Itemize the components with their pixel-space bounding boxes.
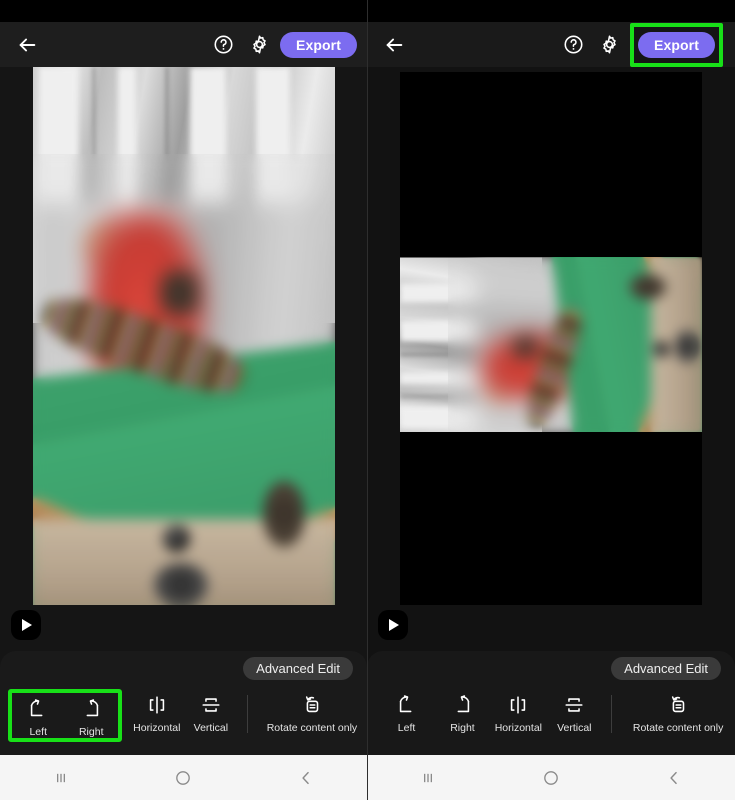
tool-rotate-content-only[interactable]: Rotate content only xyxy=(257,689,367,734)
comparison-screenshot: Export Advanced Edit Left Right Horizont… xyxy=(0,0,735,800)
video-preview-after[interactable] xyxy=(400,72,702,617)
export-button-wrapper: Export xyxy=(280,31,357,58)
tool-flip-horizontal[interactable]: Horizontal xyxy=(490,689,546,734)
rotate-right-icon xyxy=(86,699,99,717)
flip-vertical-icon xyxy=(565,698,583,712)
flip-vertical-icon xyxy=(202,698,220,712)
nav-back-icon xyxy=(670,771,677,784)
tool-label: Horizontal xyxy=(494,722,542,734)
home-icon xyxy=(544,770,558,785)
tool-rotate-content-only[interactable]: Rotate content only xyxy=(621,689,735,734)
tool-label: Right xyxy=(78,726,104,738)
tool-label: Vertical xyxy=(557,722,592,734)
rotate-content-icon xyxy=(305,696,319,713)
app-header: Export xyxy=(0,22,367,67)
gear-icon xyxy=(602,35,616,54)
rotation-container xyxy=(400,257,702,432)
gear-icon xyxy=(252,35,266,54)
tool-rotate-right[interactable]: Right xyxy=(65,693,118,738)
export-button-highlight: Export xyxy=(630,22,723,67)
help-button[interactable] xyxy=(558,30,588,60)
playback-row xyxy=(0,605,367,651)
tool-rotate-right[interactable]: Right xyxy=(434,689,490,734)
advanced-edit-row: Advanced Edit xyxy=(367,651,735,685)
tool-label: Vertical xyxy=(193,722,229,734)
video-preview-stage[interactable] xyxy=(0,67,367,612)
status-bar xyxy=(0,0,367,22)
tool-label: Horizontal xyxy=(133,722,181,734)
recents-icon xyxy=(424,773,433,782)
tool-label: Right xyxy=(450,722,475,734)
nav-back-button[interactable] xyxy=(664,768,684,788)
export-button[interactable]: Export xyxy=(638,31,715,58)
tool-rotate-left[interactable]: Left xyxy=(12,693,65,738)
tool-label: Rotate content only xyxy=(266,722,358,734)
panel-after: Export Advanced Edit Left Right Horizont… xyxy=(367,0,735,800)
playback-row xyxy=(367,605,735,651)
rotate-group-highlight: Left Right xyxy=(7,689,122,742)
flip-horizontal-icon xyxy=(149,696,164,714)
play-icon xyxy=(22,619,32,631)
rotate-content-icon xyxy=(672,696,685,713)
play-button[interactable] xyxy=(11,610,41,640)
home-button[interactable] xyxy=(173,768,193,788)
home-button[interactable] xyxy=(541,768,561,788)
advanced-edit-row: Advanced Edit xyxy=(0,651,367,685)
play-icon xyxy=(389,619,399,631)
help-circle-icon xyxy=(214,35,233,54)
rotated-video-frame xyxy=(400,257,702,432)
recents-icon xyxy=(57,773,66,782)
rotate-left-icon xyxy=(399,695,411,713)
android-nav-bar xyxy=(367,755,735,800)
video-frame-content xyxy=(33,67,335,612)
status-bar xyxy=(367,0,735,22)
flip-horizontal-icon xyxy=(511,696,526,714)
tool-rotate-left[interactable]: Left xyxy=(379,689,435,734)
tool-label: Left xyxy=(397,722,416,734)
advanced-edit-button[interactable]: Advanced Edit xyxy=(243,656,353,680)
back-button[interactable] xyxy=(377,28,411,62)
bottom-sheet: Advanced Edit Left Right Horizontal Vert… xyxy=(0,651,367,755)
rotate-right-icon xyxy=(457,695,470,713)
rotate-left-icon xyxy=(31,699,43,717)
play-button[interactable] xyxy=(378,610,408,640)
nav-back-button[interactable] xyxy=(296,768,316,788)
bottom-sheet: Advanced Edit Left Right Horizontal Vert… xyxy=(367,651,735,755)
home-icon xyxy=(176,770,191,785)
recents-button[interactable] xyxy=(418,768,438,788)
help-button[interactable] xyxy=(208,30,238,60)
arrow-left-icon xyxy=(386,38,403,51)
video-preview-stage[interactable] xyxy=(367,67,735,617)
advanced-edit-button[interactable]: Advanced Edit xyxy=(611,656,721,680)
tool-divider xyxy=(246,695,248,733)
settings-button[interactable] xyxy=(244,30,274,60)
tool-flip-vertical[interactable]: Vertical xyxy=(184,689,238,734)
app-header: Export xyxy=(367,22,735,67)
tool-divider xyxy=(611,695,613,733)
tool-flip-vertical[interactable]: Vertical xyxy=(546,689,602,734)
settings-button[interactable] xyxy=(594,30,624,60)
nav-back-icon xyxy=(302,771,309,784)
arrow-left-icon xyxy=(19,38,36,51)
panel-divider xyxy=(367,0,368,800)
tool-label: Left xyxy=(29,726,47,738)
export-button[interactable]: Export xyxy=(280,31,357,58)
recents-button[interactable] xyxy=(51,768,71,788)
android-nav-bar xyxy=(0,755,367,800)
panel-before: Export Advanced Edit Left Right Horizont… xyxy=(0,0,367,800)
rotate-tool-bar: Left Right Horizontal Vertical Rotate co… xyxy=(0,685,367,751)
help-circle-icon xyxy=(564,35,583,54)
video-frame-content xyxy=(400,257,702,432)
rotate-tool-bar: Left Right Horizontal Vertical Rotate co… xyxy=(367,685,735,751)
back-button[interactable] xyxy=(10,28,44,62)
tool-flip-horizontal[interactable]: Horizontal xyxy=(130,689,184,734)
tool-label: Rotate content only xyxy=(632,722,724,734)
video-preview-before[interactable] xyxy=(33,67,335,612)
